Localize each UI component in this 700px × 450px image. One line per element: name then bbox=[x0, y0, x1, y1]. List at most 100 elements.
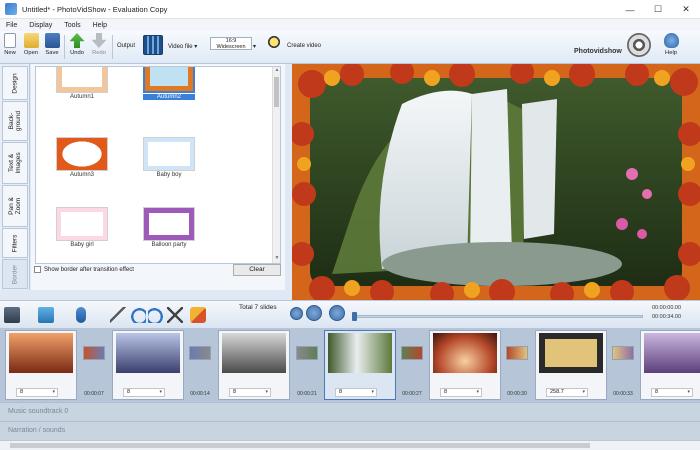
microphone-icon[interactable] bbox=[76, 307, 86, 323]
video-film-button[interactable] bbox=[143, 35, 163, 55]
video-file-dropdown[interactable]: Video file ▾ bbox=[168, 43, 197, 50]
chevron-down-icon: ▾ bbox=[159, 389, 162, 395]
border-thumb-baby-boy[interactable]: Baby boy bbox=[143, 137, 195, 181]
border-panel: Autumn1 Autumn2 Autumn3 Baby boy Baby gi… bbox=[31, 64, 285, 290]
tab-filters[interactable]: Filters bbox=[2, 228, 28, 258]
border-gallery: Autumn1 Autumn2 Autumn3 Baby boy Baby gi… bbox=[35, 66, 281, 264]
slide-duration-select[interactable]: 8 ▾ bbox=[123, 388, 165, 397]
scroll-up-arrow-icon[interactable]: ▲ bbox=[273, 67, 280, 75]
toolbar-separator bbox=[64, 35, 65, 59]
tab-pan-zoom[interactable]: Pan & Zoom bbox=[2, 185, 28, 227]
play-button[interactable] bbox=[306, 305, 322, 321]
menu-file[interactable]: File bbox=[0, 22, 23, 29]
app-icon bbox=[5, 3, 17, 15]
slide-thumbnail bbox=[222, 333, 286, 373]
border-thumb-balloon-party[interactable]: Balloon party bbox=[143, 207, 195, 251]
slide-thumbnail bbox=[116, 333, 180, 373]
tab-text-images[interactable]: Text & Images bbox=[2, 142, 28, 184]
tab-pan-zoom-label: Pan & Zoom bbox=[8, 197, 22, 215]
gallery-scrollbar[interactable]: ▲ ▼ bbox=[272, 67, 280, 263]
transition-item[interactable] bbox=[296, 346, 318, 360]
border-preview bbox=[143, 67, 195, 93]
clear-button[interactable]: Clear bbox=[233, 264, 281, 276]
close-button[interactable]: ✕ bbox=[672, 0, 700, 19]
create-video-icon-button[interactable] bbox=[262, 34, 282, 54]
seek-handle[interactable] bbox=[352, 312, 357, 321]
menu-tools[interactable]: Tools bbox=[58, 22, 86, 29]
menu-display[interactable]: Display bbox=[23, 22, 58, 29]
scroll-thumb[interactable] bbox=[10, 443, 590, 448]
film-reel-icon bbox=[627, 33, 651, 57]
new-button[interactable]: New bbox=[0, 33, 20, 56]
maximize-button[interactable]: ☐ bbox=[644, 0, 672, 19]
rotate-right-icon[interactable] bbox=[148, 307, 164, 323]
aspect-ratio-select[interactable]: 16:9 Widescreen bbox=[210, 37, 252, 50]
undo-button[interactable]: Undo bbox=[67, 33, 87, 56]
transition-item[interactable] bbox=[401, 346, 423, 360]
transition-item[interactable] bbox=[83, 346, 105, 360]
music-soundtrack-row[interactable]: Music soundtrack 0 bbox=[0, 402, 700, 421]
tab-text-images-label: Text & Images bbox=[8, 152, 22, 174]
create-video-button[interactable]: Create video bbox=[287, 43, 321, 49]
slide-duration-select[interactable]: 8 ▾ bbox=[651, 388, 693, 397]
slide-item[interactable]: 8 ▾ bbox=[218, 330, 290, 400]
narration-row[interactable]: Narration / sounds bbox=[0, 421, 700, 440]
delete-x-icon[interactable] bbox=[167, 307, 183, 323]
help-shield-icon bbox=[663, 33, 679, 48]
scissors-icon[interactable] bbox=[110, 307, 126, 323]
transition-item[interactable] bbox=[189, 346, 211, 360]
slide-item-current[interactable]: 8 ▾ bbox=[324, 330, 396, 400]
border-thumb-autumn3[interactable]: Autumn3 bbox=[56, 137, 108, 181]
aspect-chevron-down-icon[interactable]: ▾ bbox=[253, 43, 256, 50]
redo-button[interactable]: Redo bbox=[89, 33, 109, 56]
slide-duration-select[interactable]: 8 ▾ bbox=[229, 388, 271, 397]
menu-help[interactable]: Help bbox=[87, 22, 113, 29]
chevron-down-icon: ▾ bbox=[265, 389, 268, 395]
stop-button[interactable] bbox=[329, 305, 345, 321]
slide-duration-select[interactable]: 8 ▾ bbox=[335, 388, 377, 397]
slide-item[interactable]: 8 ▾ bbox=[429, 330, 501, 400]
output-label: Output bbox=[117, 43, 136, 49]
slide-duration-select[interactable]: 8 ▾ bbox=[440, 388, 482, 397]
slide-item[interactable]: 8 ▾ bbox=[5, 330, 77, 400]
border-thumb-baby-girl[interactable]: Baby girl bbox=[56, 207, 108, 251]
border-preview bbox=[143, 207, 195, 241]
slide-preview[interactable] bbox=[292, 64, 700, 300]
tab-background-label: Back-ground bbox=[8, 110, 22, 132]
chevron-down-icon: ▾ bbox=[476, 389, 479, 395]
border-thumb-autumn1[interactable]: Autumn1 bbox=[56, 67, 108, 103]
add-photos-icon[interactable] bbox=[38, 307, 54, 323]
tab-border[interactable]: Border bbox=[2, 259, 28, 289]
help-button[interactable]: Help bbox=[661, 33, 681, 56]
slide-item[interactable]: 8 ▾ bbox=[112, 330, 184, 400]
menu-bar: File Display Tools Help bbox=[0, 19, 700, 31]
slide-duration-select[interactable]: 8 ▾ bbox=[16, 388, 58, 397]
main-toolbar: New Open Save Undo Redo Output Video fil… bbox=[0, 31, 700, 64]
show-border-checkbox[interactable] bbox=[34, 266, 41, 273]
tab-background[interactable]: Back-ground bbox=[2, 101, 28, 141]
show-border-option[interactable]: Show border after transition effect bbox=[34, 266, 134, 273]
transition-time: 00:00:30 bbox=[507, 391, 527, 397]
slide-item[interactable]: 258.7 ▾ bbox=[535, 330, 607, 400]
tab-design[interactable]: Design bbox=[2, 66, 28, 100]
slide-item[interactable]: 8 ▾ bbox=[640, 330, 700, 400]
border-thumb-autumn2[interactable]: Autumn2 bbox=[143, 67, 195, 103]
rewind-button[interactable] bbox=[290, 307, 303, 320]
minimize-button[interactable]: — bbox=[616, 0, 644, 19]
transition-time: 00:00:21 bbox=[297, 391, 317, 397]
slide-duration-select[interactable]: 258.7 ▾ bbox=[546, 388, 588, 397]
add-slides-icon[interactable] bbox=[4, 307, 20, 323]
redo-arrow-icon bbox=[91, 33, 107, 48]
paint-brush-icon[interactable] bbox=[190, 307, 206, 323]
transition-item[interactable] bbox=[612, 346, 634, 360]
chevron-down-icon: ▾ bbox=[52, 389, 55, 395]
save-button[interactable]: Save bbox=[42, 33, 62, 56]
open-button[interactable]: Open bbox=[21, 33, 41, 56]
transition-item[interactable] bbox=[506, 346, 528, 360]
playback-seek-bar[interactable] bbox=[352, 312, 643, 321]
scroll-thumb[interactable] bbox=[274, 77, 279, 107]
timeline-horizontal-scrollbar[interactable] bbox=[0, 440, 700, 450]
scroll-down-arrow-icon[interactable]: ▼ bbox=[273, 255, 280, 263]
slide-thumbnail bbox=[644, 333, 700, 373]
rotate-left-icon[interactable] bbox=[130, 307, 146, 323]
